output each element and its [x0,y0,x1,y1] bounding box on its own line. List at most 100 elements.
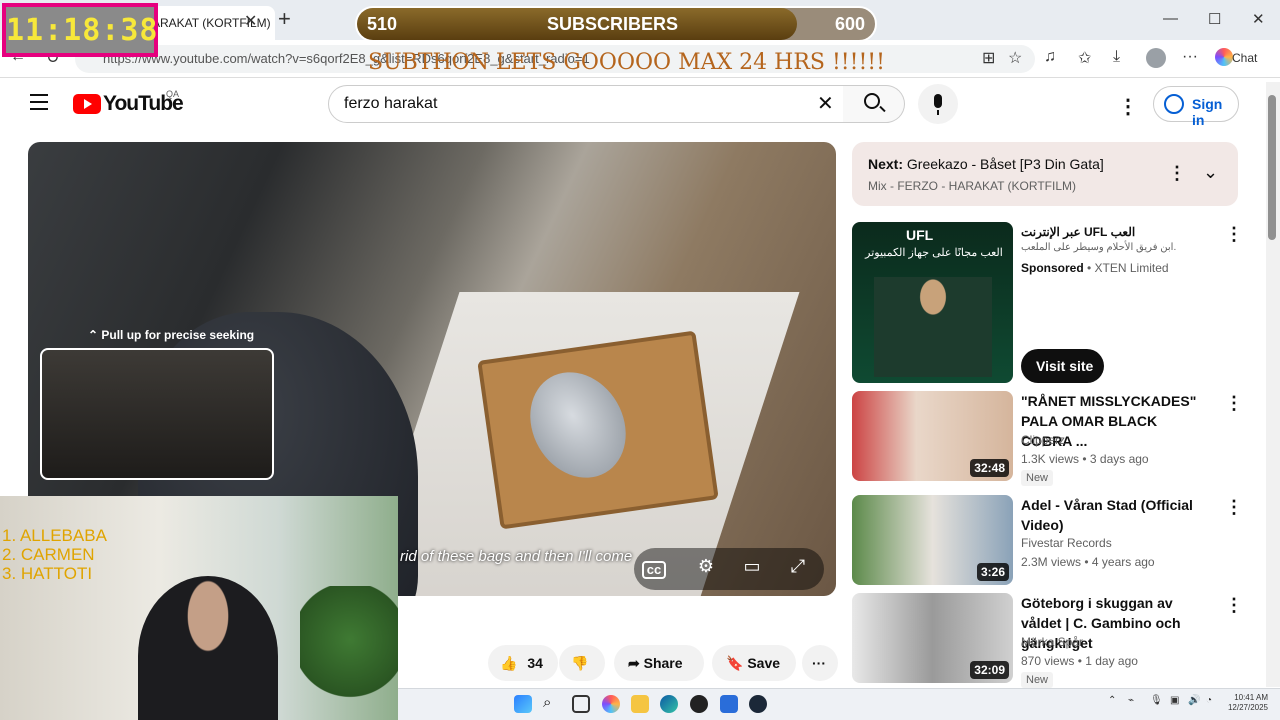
close-tab-icon[interactable]: ✕ [244,11,257,31]
video-channel[interactable]: Fivestar Records [1021,536,1112,550]
supporter-1: 1. ALLEBABA [2,526,107,545]
like-button[interactable]: 👍 34 [488,645,558,681]
video-thumbnail[interactable]: 32:09 [852,593,1013,683]
clear-search-icon[interactable]: ✕ [817,91,834,116]
video-duration: 32:48 [970,459,1009,477]
dislike-button[interactable]: 👎 [559,645,605,681]
tray-chevron-icon[interactable]: ⌃ [1108,695,1116,706]
taskbar-search-icon[interactable]: ⌕ [543,694,561,712]
tray-network-icon[interactable]: ⌁ [1128,695,1134,706]
video-thumbnail[interactable]: 32:48 [852,391,1013,481]
like-count: 34 [527,655,543,671]
seek-preview [40,348,274,480]
video-thumbnail[interactable]: 3:26 [852,495,1013,585]
taskbar-time: 10:41 AM [1234,693,1268,702]
start-icon[interactable] [514,695,532,713]
captions-icon[interactable]: cc [642,561,666,579]
downloads-icon[interactable]: ⤓ [1113,48,1120,66]
new-badge: New [1021,470,1054,486]
chevron-down-icon[interactable]: ⌄ [1203,162,1218,183]
top-supporters-list: 1. ALLEBABA 2. CARMEN 3. HATTOTI [2,526,107,583]
video-channel[interactable]: Mörka Spår [1021,635,1083,649]
up-next-title: Next: Greekazo - Båset [P3 Din Gata] [868,156,1104,172]
visit-site-button[interactable]: Visit site [1021,349,1104,383]
supporter-3: 3. HATTOTI [2,564,93,583]
ad-title[interactable]: العب UFL عبر الإنترنت [1021,222,1211,242]
stream-clock: 11:18:38 [2,3,158,57]
new-tab-icon[interactable]: + [278,6,291,32]
edge-icon[interactable] [660,695,678,713]
taskbar-date: 12/27/2025 [1227,703,1268,712]
maximize-icon[interactable]: ☐ [1208,10,1221,28]
settings-menu-icon[interactable]: ⋮ [1118,94,1138,119]
profile-avatar[interactable] [1146,48,1166,68]
favorite-star-icon[interactable]: ☆ [1008,48,1022,68]
share-button[interactable]: ➦ Share [614,645,704,681]
sub-current: 510 [367,14,398,34]
more-actions-button[interactable]: ··· [802,645,838,681]
subscriber-goal-bar: 510 SUBSCRIBERS 600 [355,6,877,42]
advertiser: XTEN Limited [1094,261,1169,275]
search-input[interactable]: ferzo harakat [328,85,844,123]
share-label: Share [643,655,683,671]
bookmark-icon: 🔖 [726,655,744,671]
file-explorer-icon[interactable] [631,695,649,713]
video-meta: 1.3K views • 3 days ago [1021,452,1149,466]
seek-hint: ⌃ Pull up for precise seeking [88,328,255,342]
notepad-icon[interactable] [720,695,738,713]
favorites-icon[interactable]: ✩ [1078,48,1091,68]
video-caption: rid of these bags and then I'll come [400,548,633,565]
guide-menu-icon[interactable] [30,94,48,110]
close-window-icon[interactable]: ✕ [1252,10,1265,28]
ad-menu-icon[interactable]: ⋮ [1225,224,1243,245]
sub-goal: 600 [835,14,866,34]
share-icon: ➦ [628,655,640,671]
video-duration: 32:09 [970,661,1009,679]
ad-thumbnail[interactable]: UFL العب مجانًا على جهاز الكمبيوتر [852,222,1013,383]
sub-label: SUBSCRIBERS [547,14,679,34]
youtube-logo-icon[interactable] [73,94,101,114]
video-channel[interactable]: Clipperz [1021,433,1065,447]
obs-icon[interactable] [690,695,708,713]
tray-display-icon[interactable]: ▣ [1170,695,1179,706]
more-menu-icon[interactable]: ··· [1182,48,1198,66]
scrollbar-thumb[interactable] [1268,95,1276,240]
steam-icon[interactable] [749,695,767,713]
thumbs-down-icon: 👎 [571,655,589,671]
ad-sponsor-line: Sponsored • XTEN Limited [1021,261,1169,275]
apps-icon[interactable]: ⊞ [982,48,995,68]
ad-description: ابن فريق الأحلام وسيطر على الملعب. [1021,242,1177,253]
up-next-menu-icon[interactable]: ⋮ [1168,163,1186,184]
video-menu-icon[interactable]: ⋮ [1225,497,1243,518]
video-meta: 2.3M views • 4 years ago [1021,555,1155,569]
copilot-taskbar-icon[interactable] [602,695,620,713]
video-menu-icon[interactable]: ⋮ [1225,595,1243,616]
new-badge: New [1021,672,1054,688]
video-meta: 870 views • 1 day ago [1021,654,1138,668]
save-label: Save [747,655,781,671]
ad-thumb-players [874,277,992,377]
tray-volume-icon[interactable]: 🔊 [1188,695,1200,706]
tray-wifi-icon[interactable]: ◔ [1206,695,1212,706]
subthon-banner: SUBTHON LETS GOOOOO MAX 24 HRS !!!!!! [368,50,885,75]
theater-mode-icon[interactable]: ▭ [734,556,770,582]
account-icon [1164,94,1184,114]
video-title[interactable]: Adel - Våran Stad (Official Video) [1021,495,1211,535]
thumbs-up-icon: 👍 [500,655,518,671]
minimize-icon[interactable]: — [1163,10,1178,27]
save-button[interactable]: 🔖 Save [712,645,796,681]
task-view-icon[interactable] [572,695,590,713]
up-next-subtitle: Mix - FERZO - HARAKAT (KORTFILM) [868,179,1077,193]
settings-gear-icon[interactable]: ⚙ [688,556,724,582]
fullscreen-icon[interactable]: ⤢ [780,556,816,582]
chat-button[interactable]: Chat [1210,46,1274,70]
media-icon[interactable]: ♫ [1044,48,1056,66]
country-code: QA [166,89,180,99]
tray-mic-icon[interactable]: 🎙 [1150,695,1163,706]
supporter-2: 2. CARMEN [2,545,95,564]
webcam-streamer [138,576,278,720]
webcam-plant [300,586,398,720]
voice-search-icon[interactable] [918,84,958,124]
video-menu-icon[interactable]: ⋮ [1225,393,1243,414]
taskbar-clock[interactable]: 10:41 AM 12/27/2025 [1226,693,1268,713]
